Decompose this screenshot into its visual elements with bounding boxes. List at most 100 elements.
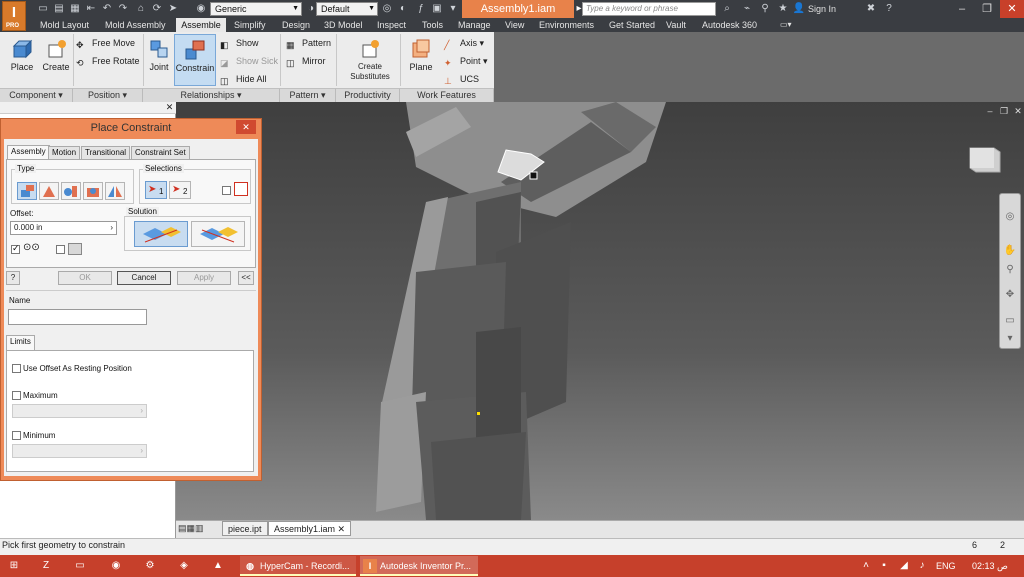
look-at-icon[interactable]: ▭ — [1003, 314, 1017, 328]
help-icon[interactable]: ? — [882, 2, 896, 16]
close-icon[interactable]: ✕ — [338, 524, 346, 534]
tab-get-started[interactable]: Get Started — [607, 18, 657, 32]
show-sick-button[interactable]: ◪ Show Sick — [220, 54, 278, 69]
app-menu-button[interactable]: I PRO — [2, 1, 26, 31]
panel-relationships-label[interactable]: Relationships ▾ — [143, 88, 280, 102]
selection-1-button[interactable]: ➤ 1 — [145, 181, 167, 199]
tab-manage[interactable]: Manage — [456, 18, 493, 32]
undo-icon[interactable]: ↶ — [100, 2, 114, 15]
angle-constraint-button[interactable] — [39, 182, 59, 200]
select-icon[interactable]: ➤ — [166, 2, 180, 15]
show-button[interactable]: ◧ Show — [220, 36, 259, 51]
dialog-tab-motion[interactable]: Motion — [48, 146, 81, 159]
save-icon[interactable]: ▦ — [68, 2, 82, 15]
customize-icon[interactable]: ▾ — [446, 2, 460, 15]
name-input[interactable] — [8, 309, 147, 325]
panel-pattern-label[interactable]: Pattern ▾ — [280, 88, 336, 102]
communication-icon[interactable]: ⌁ — [740, 2, 754, 16]
dialog-tab-constraint-set[interactable]: Constraint Set — [131, 146, 190, 159]
mirror-button[interactable]: ◫ Mirror — [286, 54, 326, 69]
volume-icon[interactable]: ♪ — [916, 558, 928, 574]
tab-view[interactable]: View — [503, 18, 526, 32]
language-indicator[interactable]: ENG — [936, 561, 956, 571]
appearance-combo[interactable]: Default ▼ — [316, 2, 378, 16]
material-combo[interactable]: Generic ▼ — [210, 2, 302, 16]
tab-3d-model[interactable]: 3D Model — [322, 18, 365, 32]
mate-constraint-button[interactable] — [17, 182, 37, 200]
close-icon[interactable]: ✕ — [1012, 106, 1024, 116]
tab-simplify[interactable]: Simplify — [232, 18, 268, 32]
orbit-icon[interactable]: ✥ — [1003, 288, 1017, 302]
apply-button[interactable]: Apply — [177, 271, 231, 285]
predict-offset-checkbox[interactable] — [56, 245, 65, 254]
redo-icon[interactable]: ↷ — [116, 2, 130, 15]
vlc-icon[interactable]: ▲ — [210, 558, 226, 574]
offset-input[interactable]: 0.000 in › — [10, 221, 117, 235]
tab-inspect[interactable]: Inspect — [375, 18, 408, 32]
search-input[interactable]: Type a keyword or phrase — [582, 2, 716, 16]
point-button[interactable]: ✦ Point ▾ — [444, 54, 488, 69]
tray-expand-icon[interactable]: ˄ — [860, 558, 872, 574]
insert-constraint-button[interactable] — [83, 182, 103, 200]
fx-icon[interactable]: ƒ — [414, 2, 428, 15]
home-icon[interactable]: ⌂ — [134, 2, 148, 15]
app-icon[interactable]: ◈ — [176, 558, 192, 574]
zoom-icon[interactable]: ⚲ — [1003, 263, 1017, 277]
ribbon-toggle-icon[interactable]: ▭▾ — [778, 18, 794, 32]
restore-icon[interactable]: ❐ — [998, 106, 1010, 116]
help-search-icon[interactable]: ⚲ — [758, 2, 772, 16]
sign-in-link[interactable]: Sign In — [808, 2, 836, 16]
mate-solution-button[interactable] — [134, 221, 188, 247]
open-icon[interactable]: ▤ — [52, 2, 66, 15]
start-icon[interactable]: ⊞ — [6, 558, 22, 574]
help-button[interactable]: ? — [6, 271, 20, 285]
folder-icon[interactable]: ▭ — [72, 558, 88, 574]
tab-tools[interactable]: Tools — [420, 18, 445, 32]
tile-views-icon[interactable]: ▤▦▥ — [178, 522, 210, 535]
free-move-button[interactable]: ✥ Free Move — [76, 36, 135, 51]
close-icon[interactable]: ✕ — [1000, 0, 1024, 18]
tab-vault[interactable]: Vault — [664, 18, 688, 32]
taskbar-inventor[interactable]: I Autodesk Inventor Pr... — [360, 556, 478, 576]
search-icon[interactable]: ⌕ — [720, 2, 734, 16]
limits-tab[interactable]: Limits — [6, 335, 35, 350]
filezilla-icon[interactable]: Z — [38, 558, 54, 574]
tab-assemble[interactable]: Assemble — [176, 18, 226, 32]
user-icon[interactable]: 👤 — [792, 2, 806, 16]
taskbar-hypercam[interactable]: ◍ HyperCam - Recordi... — [240, 556, 356, 576]
panel-component-label[interactable]: Component ▾ — [0, 88, 73, 102]
steering-wheel-icon[interactable]: ◎ — [1003, 210, 1017, 224]
pattern-button[interactable]: ▦ Pattern — [286, 36, 331, 51]
tools-icon[interactable]: ⚙ — [142, 558, 158, 574]
new-icon[interactable]: ▭ — [36, 2, 50, 15]
maximum-checkbox[interactable] — [12, 391, 21, 400]
clock[interactable]: 02:13 ص — [972, 561, 1008, 572]
pan-icon[interactable]: ✋ — [1003, 244, 1017, 258]
panel-position-label[interactable]: Position ▾ — [73, 88, 143, 102]
favorites-icon[interactable]: ★ — [776, 2, 790, 16]
tab-autodesk-360[interactable]: Autodesk 360 — [700, 18, 759, 32]
tangent-constraint-button[interactable] — [61, 182, 81, 200]
network-icon[interactable]: ◢ — [898, 558, 910, 574]
tab-environments[interactable]: Environments — [537, 18, 596, 32]
nav-menu-icon[interactable]: ▾ — [1003, 332, 1017, 346]
dialog-tab-transitional[interactable]: Transitional — [81, 146, 131, 159]
flush-solution-button[interactable] — [191, 221, 245, 247]
pick-part-first-checkbox[interactable] — [222, 186, 231, 195]
doc-tab-piece[interactable]: piece.ipt — [222, 521, 268, 536]
close-icon[interactable]: ✕ — [164, 102, 175, 113]
use-offset-checkbox[interactable] — [12, 364, 21, 373]
tab-mold-assembly[interactable]: Mold Assembly — [103, 18, 168, 32]
tab-design[interactable]: Design — [280, 18, 312, 32]
symmetry-constraint-button[interactable] — [105, 182, 125, 200]
return-icon[interactable]: ⇤ — [84, 2, 98, 15]
ok-button[interactable]: OK — [58, 271, 112, 285]
selection-2-button[interactable]: ➤ 2 — [169, 181, 191, 199]
tab-mold-layout[interactable]: Mold Layout — [38, 18, 91, 32]
free-rotate-button[interactable]: ⟲ Free Rotate — [76, 54, 140, 69]
plane-button[interactable]: Plane — [402, 34, 440, 86]
create-substitutes-button[interactable]: Create Substitutes — [342, 34, 398, 86]
cancel-button[interactable]: Cancel — [117, 271, 171, 285]
minimize-icon[interactable]: – — [950, 0, 974, 18]
hide-all-button[interactable]: ◫ Hide All — [220, 72, 267, 87]
